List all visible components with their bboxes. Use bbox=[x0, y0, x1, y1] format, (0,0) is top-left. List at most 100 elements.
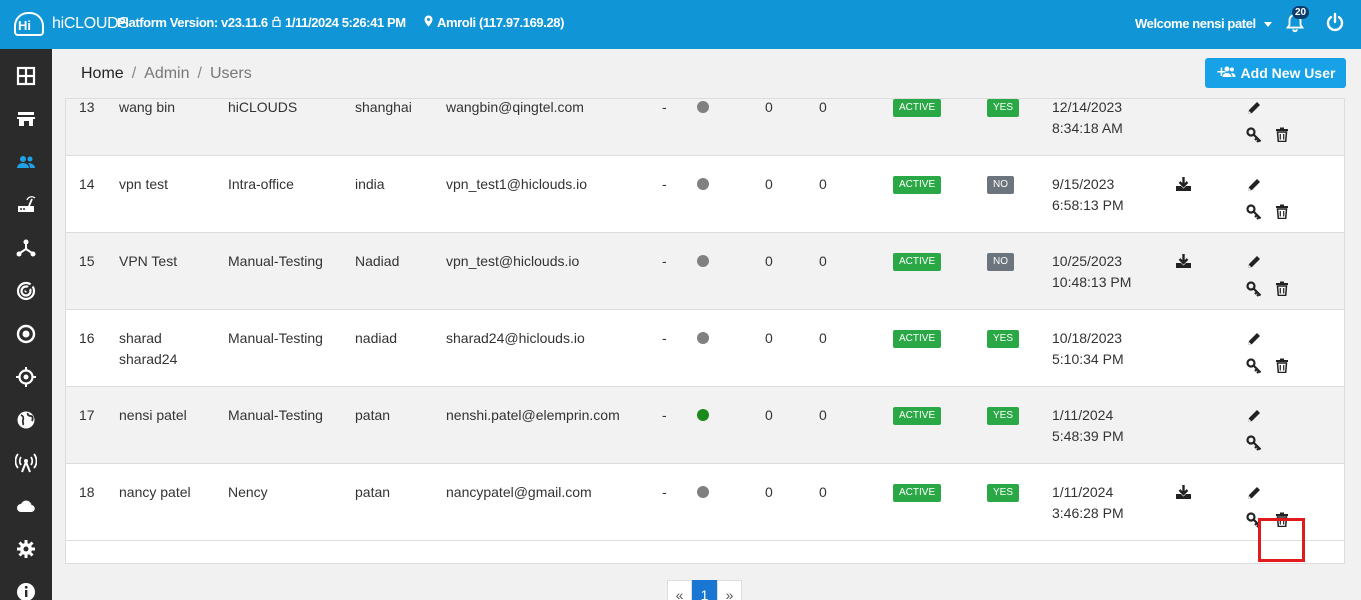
breadcrumb: Home / Admin / Users bbox=[81, 65, 252, 83]
users-icon[interactable] bbox=[0, 141, 52, 183]
table-row: 15 VPN Test Manual-Testing Nadiad vpn_test@h… bbox=[66, 233, 1344, 310]
user-name-text: vpn test bbox=[119, 176, 169, 192]
map-pin-icon bbox=[424, 15, 433, 30]
add-new-user-label: Add New User bbox=[1240, 65, 1336, 81]
globe-icon[interactable] bbox=[0, 399, 52, 441]
key-icon[interactable] bbox=[1246, 281, 1262, 297]
pagination: « 1 » bbox=[667, 580, 742, 600]
breadcrumb-home[interactable]: Home bbox=[81, 65, 124, 82]
user-name: sharad sharad24 bbox=[119, 328, 177, 370]
user-column-value: - bbox=[662, 176, 667, 192]
time-text: 5:10:34 PM bbox=[1052, 351, 1124, 367]
user-email: sharad24@hiclouds.io bbox=[446, 330, 585, 346]
download-icon[interactable] bbox=[1175, 253, 1192, 269]
time-text: 8:34:18 AM bbox=[1052, 120, 1123, 136]
cloud-icon[interactable] bbox=[0, 485, 52, 527]
key-icon[interactable] bbox=[1246, 435, 1262, 451]
edit-icon[interactable] bbox=[1246, 409, 1261, 424]
notification-badge: 20 bbox=[1292, 6, 1310, 19]
status-badge: ACTIVE bbox=[893, 99, 942, 117]
user-column-value: - bbox=[662, 484, 667, 500]
user-date: 9/15/2023 6:58:13 PM bbox=[1052, 174, 1124, 216]
enabled-badge: YES bbox=[987, 484, 1020, 502]
user-group: Manual-Testing bbox=[228, 253, 323, 269]
dashboard-icon[interactable] bbox=[0, 55, 52, 97]
user-column-value: - bbox=[662, 99, 667, 115]
user-column-value: - bbox=[662, 253, 667, 269]
delete-icon[interactable] bbox=[1275, 358, 1289, 374]
date-text: 1/11/2024 bbox=[1052, 484, 1114, 500]
crosshair-icon[interactable] bbox=[0, 356, 52, 398]
breadcrumb-users: Users bbox=[209, 65, 252, 82]
delete-icon[interactable] bbox=[1275, 204, 1289, 220]
key-icon[interactable] bbox=[1246, 127, 1262, 143]
user-email: vpn_test1@hiclouds.io bbox=[446, 176, 588, 192]
add-new-user-button[interactable]: + Add New User bbox=[1205, 58, 1346, 88]
user-name-text: sharad bbox=[119, 330, 162, 346]
status-dot bbox=[697, 101, 709, 113]
router-icon[interactable] bbox=[0, 184, 52, 226]
user-count-2: 0 bbox=[819, 99, 827, 115]
user-count-1: 0 bbox=[765, 484, 773, 500]
logo[interactable]: Hi hiCLOUDS bbox=[14, 10, 129, 38]
pagination-prev[interactable]: « bbox=[667, 580, 692, 600]
user-location: Nadiad bbox=[355, 253, 400, 269]
store-icon[interactable] bbox=[0, 98, 52, 140]
user-count-2: 0 bbox=[819, 253, 827, 269]
table-row: 14 vpn test Intra-office india vpn_test1@hic… bbox=[66, 156, 1344, 233]
download-icon[interactable] bbox=[1175, 484, 1192, 500]
key-icon[interactable] bbox=[1246, 358, 1262, 374]
user-name: VPN Test bbox=[119, 251, 177, 272]
user-group: Manual-Testing bbox=[228, 407, 323, 423]
pagination-next[interactable]: » bbox=[717, 580, 742, 600]
edit-icon[interactable] bbox=[1246, 101, 1261, 116]
target-icon[interactable] bbox=[0, 313, 52, 355]
edit-icon[interactable] bbox=[1246, 332, 1261, 347]
user-date: 12/14/2023 8:34:18 AM bbox=[1052, 99, 1123, 139]
key-icon[interactable] bbox=[1246, 204, 1262, 220]
user-count-2: 0 bbox=[819, 176, 827, 192]
user-date: 1/11/2024 3:46:28 PM bbox=[1052, 482, 1124, 524]
user-column-value: - bbox=[662, 330, 667, 346]
logo-mark: Hi bbox=[14, 10, 48, 38]
current-location: Amroli (117.97.169.28) bbox=[424, 15, 564, 30]
user-location: india bbox=[355, 176, 385, 192]
user-email: vpn_test@hiclouds.io bbox=[446, 253, 580, 269]
status-dot bbox=[697, 178, 709, 190]
user-email: wangbin@qingtel.com bbox=[446, 99, 584, 115]
current-datetime: 1/11/2024 5:26:41 PM bbox=[272, 15, 406, 30]
info-icon[interactable] bbox=[0, 571, 52, 600]
network-icon[interactable] bbox=[0, 227, 52, 269]
user-name: wang bin bbox=[119, 99, 175, 118]
status-badge: ACTIVE bbox=[893, 253, 942, 271]
status-badge: ACTIVE bbox=[893, 407, 942, 425]
user-id: 17 bbox=[79, 407, 95, 423]
date-text: 10/18/2023 bbox=[1052, 330, 1123, 346]
user-group: hiCLOUDS bbox=[228, 99, 298, 115]
pagination-page[interactable]: 1 bbox=[692, 580, 717, 600]
power-icon[interactable] bbox=[1325, 12, 1345, 32]
user-group: Manual-Testing bbox=[228, 330, 323, 346]
breadcrumb-admin[interactable]: Admin bbox=[144, 65, 189, 82]
settings-icon[interactable] bbox=[0, 528, 52, 570]
delete-icon[interactable] bbox=[1275, 127, 1289, 143]
user-name-text: nensi patel bbox=[119, 407, 187, 423]
status-dot bbox=[697, 255, 709, 267]
breadcrumb-separator: / bbox=[197, 65, 202, 82]
edit-icon[interactable] bbox=[1246, 486, 1261, 501]
user-location: shanghai bbox=[355, 99, 412, 115]
edit-icon[interactable] bbox=[1246, 178, 1261, 193]
user-id: 18 bbox=[79, 484, 95, 500]
user-location: patan bbox=[355, 484, 391, 500]
download-icon[interactable] bbox=[1175, 176, 1192, 192]
user-menu[interactable]: Welcome nensi patel bbox=[1135, 16, 1272, 31]
edit-icon[interactable] bbox=[1246, 255, 1261, 270]
date-text: 9/15/2023 bbox=[1052, 176, 1115, 192]
radar-icon[interactable] bbox=[0, 270, 52, 312]
table-row: 16 sharad sharad24 Manual-Testing nadiad shar… bbox=[66, 310, 1344, 387]
delete-icon[interactable] bbox=[1275, 281, 1289, 297]
welcome-text: Welcome nensi patel bbox=[1135, 16, 1256, 31]
user-group: Nency bbox=[228, 484, 268, 500]
datetime-text: 1/11/2024 5:26:41 PM bbox=[285, 15, 406, 30]
antenna-icon[interactable] bbox=[0, 442, 52, 484]
